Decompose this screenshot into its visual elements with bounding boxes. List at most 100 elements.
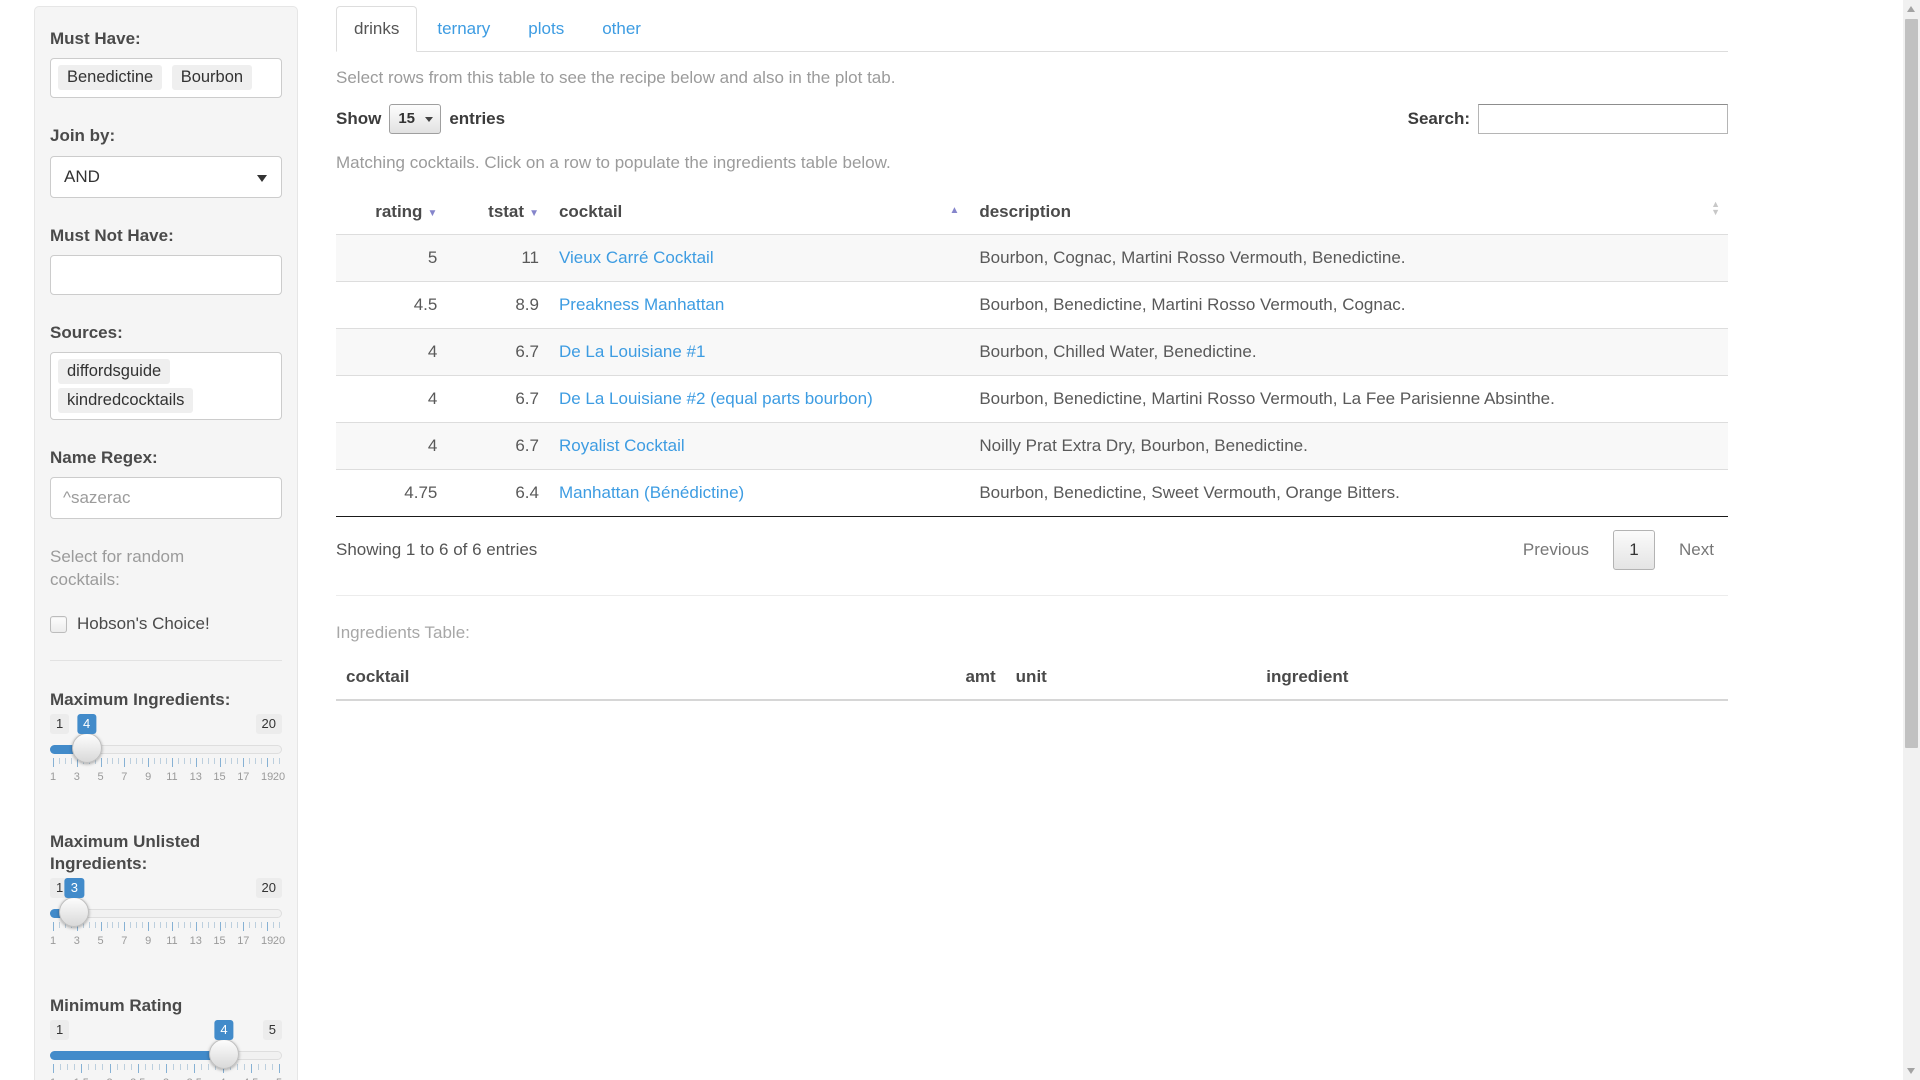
rating-cell: 4.75 <box>336 469 447 516</box>
slider-tick <box>142 758 143 764</box>
slider-tick <box>178 758 179 764</box>
tab-plots[interactable]: plots <box>510 6 582 52</box>
tab-drinks[interactable]: drinks <box>336 6 417 52</box>
sources-tag[interactable]: diffordsguide <box>58 359 170 384</box>
column-header-rating[interactable]: rating▼ <box>336 190 447 235</box>
ingredients-header-row: cocktail amt unit ingredient <box>336 655 1728 700</box>
tstat-cell: 6.7 <box>447 422 549 469</box>
slider-tick <box>148 758 149 767</box>
ing-column-header-cocktail[interactable]: cocktail <box>336 655 955 700</box>
slider-tick <box>237 922 238 928</box>
slider-tick <box>273 758 274 764</box>
column-header-tstat[interactable]: tstat▼ <box>447 190 549 235</box>
tab-ternary[interactable]: ternary <box>419 6 508 52</box>
slider-tick <box>173 1064 174 1070</box>
slider-tick <box>190 922 191 928</box>
slider-tick-label: 11 <box>166 935 177 947</box>
rating-cell: 4 <box>336 375 447 422</box>
slider-tick-label: 5 <box>98 771 104 783</box>
slider-grid: 13579111315171920 <box>53 758 279 794</box>
description-cell: Bourbon, Benedictine, Sweet Vermouth, Or… <box>969 469 1728 516</box>
slider-grid: 11.522.533.544.55 <box>53 1064 279 1080</box>
table-row[interactable]: 4.5 8.9 Preakness Manhattan Bourbon, Ben… <box>336 281 1728 328</box>
table-row[interactable]: 4 6.7 Royalist Cocktail Noilly Prat Extr… <box>336 422 1728 469</box>
slider-tick <box>255 758 256 764</box>
slider-tick <box>81 1064 82 1073</box>
ing-column-header-amt[interactable]: amt <box>955 655 1005 700</box>
slider-handle[interactable] <box>59 897 89 927</box>
cocktail-link[interactable]: De La Louisiane #1 <box>559 342 706 361</box>
table-row[interactable]: 4 6.7 De La Louisiane #2 (equal parts bo… <box>336 375 1728 422</box>
table-row[interactable]: 4.75 6.4 Manhattan (Bénédictine) Bourbon… <box>336 469 1728 516</box>
slider-tick <box>279 758 280 764</box>
vertical-scrollbar[interactable] <box>1903 0 1920 1080</box>
page-length-select[interactable]: 15 <box>389 104 441 134</box>
cocktail-link[interactable]: Royalist Cocktail <box>559 436 685 455</box>
min-rating-label: Minimum Rating <box>50 995 282 1016</box>
must-have-input[interactable]: Benedictine Bourbon <box>50 58 282 98</box>
table-row[interactable]: 5 11 Vieux Carré Cocktail Bourbon, Cogna… <box>336 234 1728 281</box>
slider-tick <box>65 758 66 764</box>
slider-tick-label: 15 <box>213 935 225 947</box>
rating-cell: 4.5 <box>336 281 447 328</box>
scrollbar-thumb[interactable] <box>1905 19 1918 748</box>
slider-tick <box>53 922 54 931</box>
slider-tick-label: 11 <box>166 771 177 783</box>
current-page-button[interactable]: 1 <box>1613 530 1655 570</box>
ing-column-header-unit[interactable]: unit <box>1006 655 1257 700</box>
slider-min-label: 1 <box>50 714 69 734</box>
cocktail-link[interactable]: De La Louisiane #2 (equal parts bourbon) <box>559 389 873 408</box>
ing-column-header-ingredient[interactable]: ingredient <box>1256 655 1728 700</box>
scroll-up-icon[interactable] <box>1907 6 1915 12</box>
column-header-description[interactable]: description ▲ ▼ <box>969 190 1728 235</box>
hobsons-choice-checkbox[interactable] <box>50 616 67 633</box>
table-row[interactable]: 4 6.7 De La Louisiane #1 Bourbon, Chille… <box>336 328 1728 375</box>
table-caption: Matching cocktails. Click on a row to po… <box>336 152 1728 175</box>
min-rating-slider: 15411.522.533.544.55 <box>50 1020 282 1080</box>
slider-tick-label: 19 <box>261 935 273 947</box>
cocktail-link[interactable]: Vieux Carré Cocktail <box>559 248 714 267</box>
cocktail-link[interactable]: Preakness Manhattan <box>559 295 724 314</box>
sort-both-icon: ▲ ▼ <box>1711 201 1720 216</box>
cocktail-link[interactable]: Manhattan (Bénédictine) <box>559 483 744 502</box>
min-rating-group: Minimum Rating 15411.522.533.544.55 <box>50 995 282 1080</box>
must-have-tag[interactable]: Bourbon <box>172 65 252 90</box>
join-by-group: Join by: AND <box>50 125 282 197</box>
slider-tick <box>273 922 274 928</box>
slider-tick <box>112 758 113 764</box>
slider-tick-label: 3 <box>74 935 80 947</box>
max-ingredients-label: Maximum Ingredients: <box>50 689 282 710</box>
previous-page-button[interactable]: Previous <box>1509 532 1603 568</box>
tab-bar: drinks ternary plots other <box>336 6 1728 52</box>
slider-tick <box>208 758 209 764</box>
must-not-have-group: Must Not Have: <box>50 225 282 295</box>
must-have-label: Must Have: <box>50 28 282 49</box>
slider-tick-label: 20 <box>273 935 285 947</box>
slider-tick-label: 9 <box>145 771 151 783</box>
name-regex-input[interactable] <box>50 477 282 519</box>
slider-tick <box>112 922 113 928</box>
slider-tick <box>261 922 262 928</box>
sources-input[interactable]: diffordsguide kindredcocktails <box>50 352 282 420</box>
must-have-tag[interactable]: Benedictine <box>58 65 162 90</box>
slider-handle[interactable] <box>209 1039 239 1069</box>
slider-tick <box>138 1064 139 1073</box>
column-header-cocktail[interactable]: cocktail ▲ <box>549 190 969 235</box>
tab-other[interactable]: other <box>584 6 659 52</box>
slider-tick <box>102 1064 103 1070</box>
caret-down-icon <box>425 117 433 122</box>
slider-tick <box>118 758 119 764</box>
slider-handle[interactable] <box>72 733 102 763</box>
sources-tag[interactable]: kindredcocktails <box>58 388 193 413</box>
search-input[interactable] <box>1478 104 1728 134</box>
slider-tick <box>154 758 155 764</box>
next-page-button[interactable]: Next <box>1665 532 1728 568</box>
join-by-select[interactable]: AND <box>50 156 282 198</box>
slider-tick-label: 20 <box>273 771 285 783</box>
must-not-have-input[interactable] <box>50 255 282 295</box>
slider-tick <box>225 758 226 764</box>
slider-min-label: 1 <box>50 1020 69 1040</box>
join-by-value: AND <box>64 167 100 187</box>
filter-sidebar: Must Have: Benedictine Bourbon Join by: … <box>34 6 298 1080</box>
scroll-down-icon[interactable] <box>1907 1068 1915 1074</box>
